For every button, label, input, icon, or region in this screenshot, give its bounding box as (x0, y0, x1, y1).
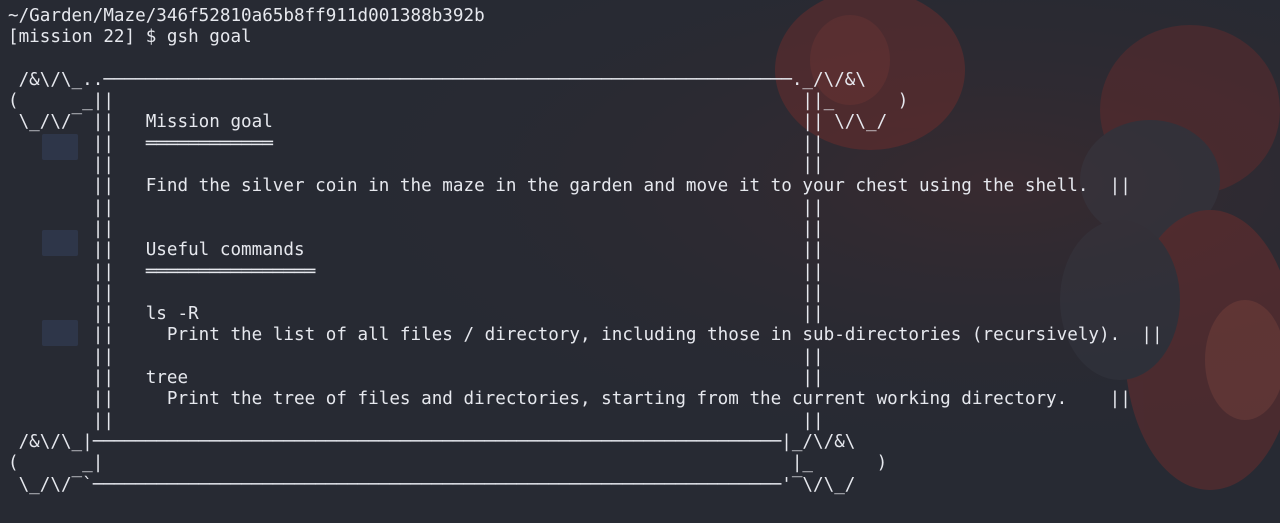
goal-box-line: ( _| |_ ) (8, 453, 888, 474)
prompt-line: [mission 22] $ gsh goal (8, 27, 1280, 48)
mission-goal-description: || Find the silver coin in the maze in t… (8, 176, 1131, 197)
shell-prompt: [mission 22] $ (8, 27, 167, 48)
goal-box-line: || || (8, 155, 824, 176)
goal-box-line: ( _|| ||_ ) (8, 91, 909, 112)
command-tree-description: || Print the tree of files and directori… (8, 389, 1131, 410)
goal-box-line: || || (8, 197, 824, 218)
useful-commands-heading: || Useful commands || (8, 240, 824, 261)
goal-box-line: || || (8, 346, 824, 367)
goal-box-line: || || (8, 282, 824, 303)
command-ls-r: || ls -R || (8, 304, 824, 325)
command-text: gsh goal (166, 27, 252, 48)
goal-box-bottom-border-top: /&\/\_|─────────────────────────────────… (8, 431, 856, 452)
useful-commands-underline: || ════════════════ || (8, 261, 824, 282)
goal-box-bottom-border: \_/\/‾`─────────────────────────────────… (8, 474, 856, 495)
mission-goal-underline: || ════════════ || (8, 133, 824, 154)
terminal-output: ~/Garden/Maze/346f52810a65b8ff911d001388… (0, 0, 1280, 496)
command-ls-r-description: || Print the list of all files / directo… (8, 325, 1163, 346)
working-directory-path: ~/Garden/Maze/346f52810a65b8ff911d001388… (8, 6, 485, 26)
goal-box-top-border: /&\/\_..────────────────────────────────… (8, 69, 866, 90)
goal-box-line (8, 49, 1280, 70)
goal-box-line: || || (8, 410, 824, 431)
command-tree: || tree || (8, 368, 824, 389)
mission-goal-heading: \_/\/‾ || Mission goal || \/\_/ (8, 112, 888, 133)
goal-box-line: || || (8, 218, 824, 239)
